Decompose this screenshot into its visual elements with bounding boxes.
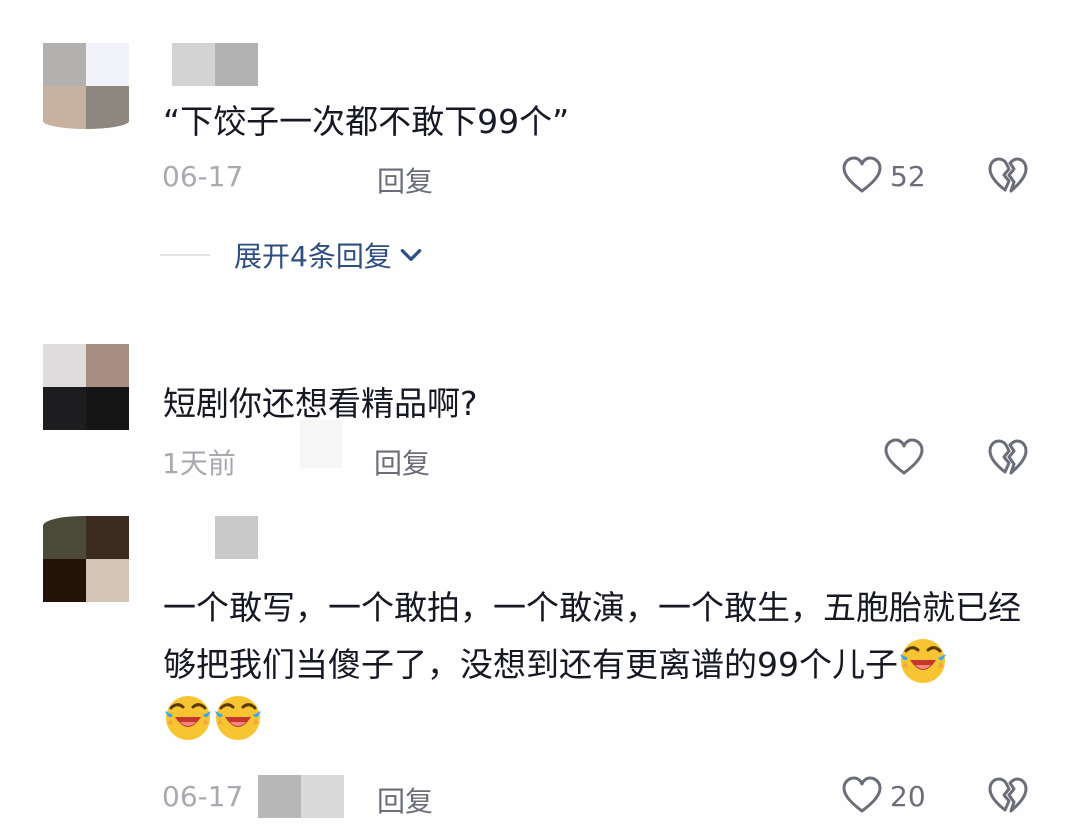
expand-replies-button[interactable]: 展开4条回复 (160, 235, 424, 275)
comment-date: 06-17 (162, 160, 244, 193)
avatar[interactable] (43, 516, 129, 602)
reply-button[interactable]: 回复 (374, 442, 430, 482)
heart-outline-icon (842, 156, 882, 196)
like-count: 20 (890, 779, 926, 813)
location-obscured (258, 775, 344, 818)
laughing-crying-emoji-icon (213, 693, 263, 743)
username-obscured[interactable] (172, 43, 258, 86)
broken-heart-icon (988, 438, 1028, 478)
chevron-down-icon (398, 242, 424, 268)
laughing-crying-emoji-icon (163, 693, 213, 743)
avatar[interactable] (43, 43, 129, 129)
reply-button[interactable]: 回复 (377, 780, 433, 820)
heart-outline-icon (884, 438, 924, 478)
comment-text-body: 一个敢写，一个敢拍，一个敢演，一个敢生，五胞胎就已经够把我们当傻子了，没想到还有… (163, 588, 1021, 684)
comment-text: 短剧你还想看精品啊? (163, 384, 478, 423)
broken-heart-icon (988, 776, 1028, 816)
like-button[interactable]: 52 (842, 156, 926, 196)
username-obscured (300, 420, 342, 468)
like-count: 52 (890, 159, 926, 193)
laughing-crying-emoji-icon (898, 636, 948, 686)
dislike-button[interactable] (988, 776, 1028, 816)
like-button[interactable] (884, 438, 932, 478)
dislike-button[interactable] (988, 438, 1028, 478)
expand-replies-label: 展开4条回复 (234, 240, 392, 273)
comment-date: 1天前 (162, 447, 236, 480)
avatar[interactable] (43, 344, 129, 430)
dislike-button[interactable] (988, 156, 1028, 196)
comment-text: “下饺子一次都不敢下99个” (163, 102, 570, 141)
like-button[interactable]: 20 (842, 776, 926, 816)
reply-button[interactable]: 回复 (377, 160, 433, 200)
comment-text: 一个敢写，一个敢拍，一个敢演，一个敢生，五胞胎就已经够把我们当傻子了，没想到还有… (163, 580, 1043, 750)
comment-date: 06-17 (162, 780, 244, 813)
heart-outline-icon (842, 776, 882, 816)
broken-heart-icon (988, 156, 1028, 196)
divider-line (160, 254, 210, 256)
username-obscured[interactable] (215, 516, 258, 559)
